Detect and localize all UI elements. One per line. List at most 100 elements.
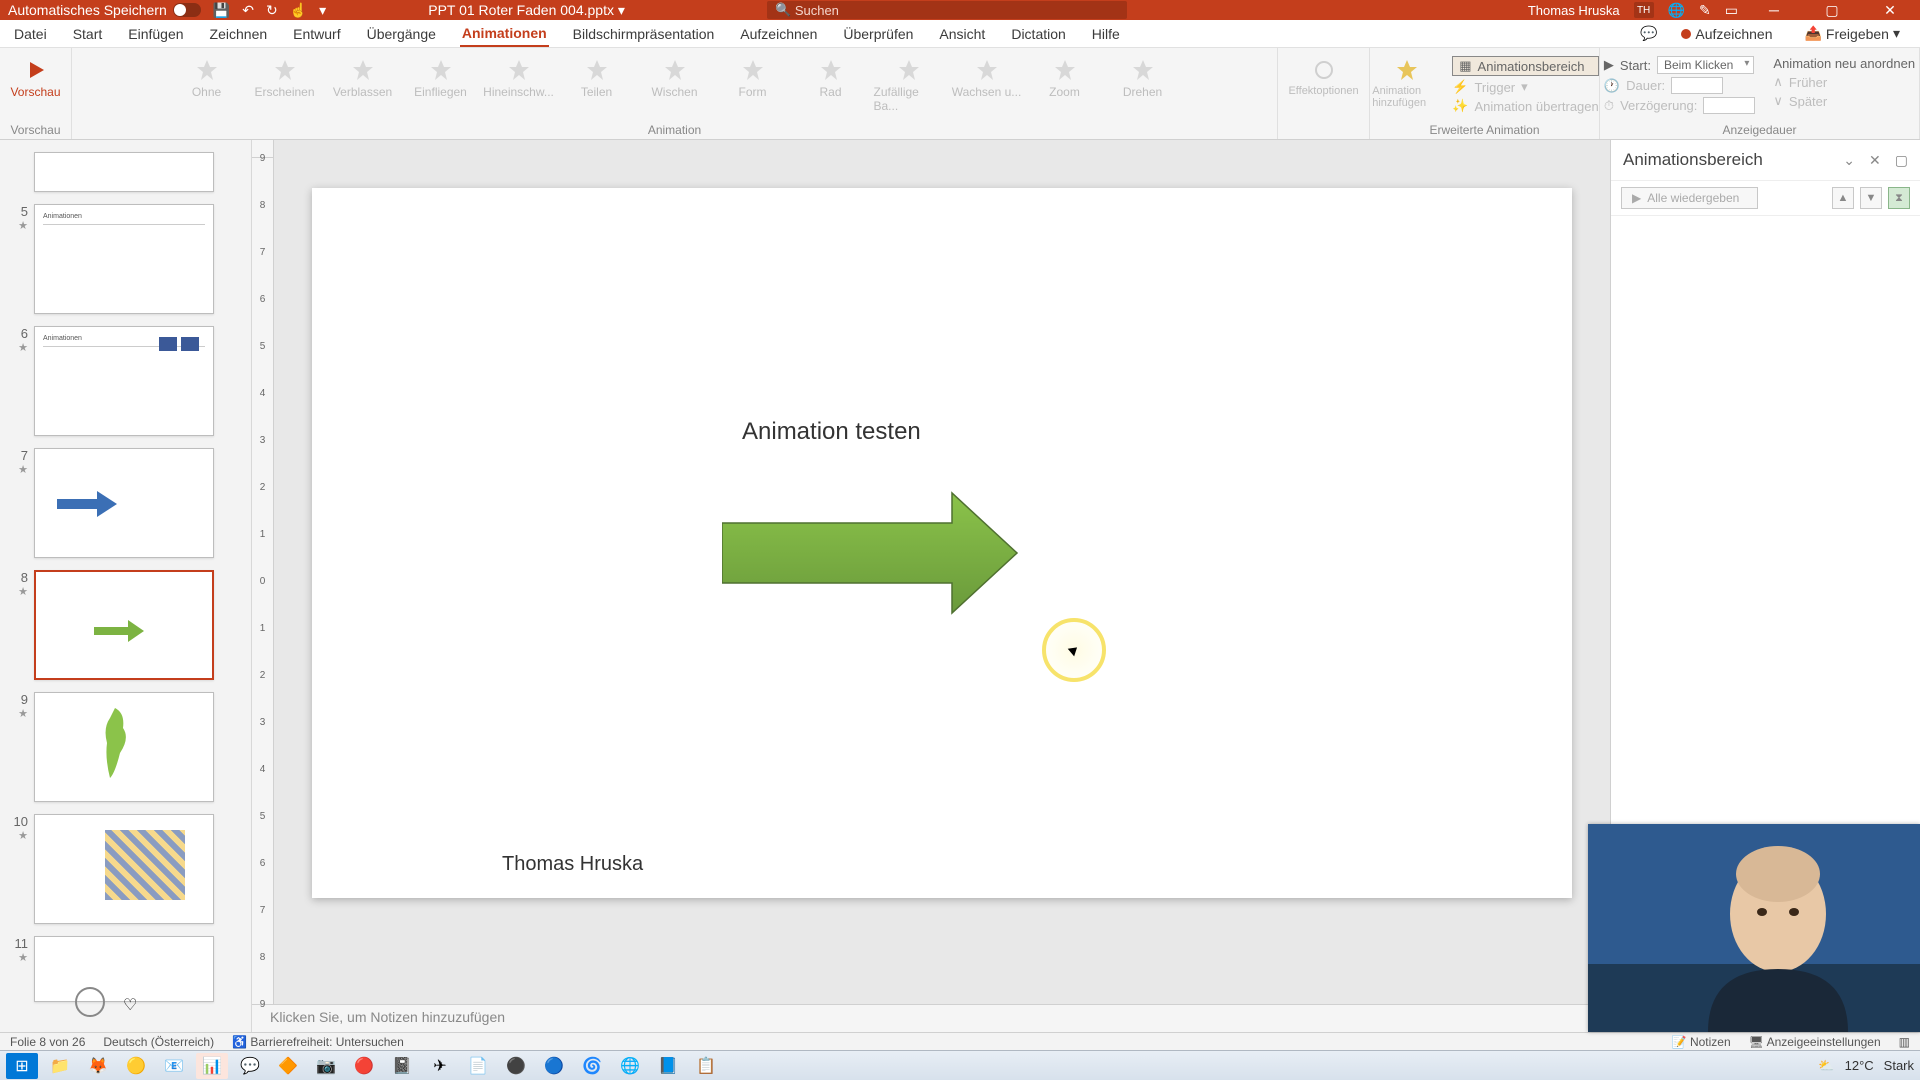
pen-icon[interactable]: ✎ [1699,2,1711,19]
app2-icon[interactable]: 📷 [310,1053,342,1079]
move-up-button[interactable]: ▲ [1832,187,1854,209]
duration-input[interactable] [1671,77,1723,94]
slide-editor[interactable]: Animation testen Thomas Hruska [274,158,1610,1004]
window-icon[interactable]: ▭ [1725,2,1738,19]
slide-thumb-5[interactable]: Animationen [34,204,214,314]
record-button[interactable]: Aufzeichnen [1673,24,1780,44]
move-earlier-button[interactable]: ∧ Früher [1773,74,1915,90]
move-down-button[interactable]: ▼ [1860,187,1882,209]
app7-icon[interactable]: 📘 [652,1053,684,1079]
slide-canvas[interactable]: Animation testen Thomas Hruska [312,188,1572,898]
tab-überprüfen[interactable]: Überprüfen [841,20,915,47]
touch-icon[interactable]: ☝ [290,2,307,19]
trigger-button[interactable]: ⚡ Trigger ▾ [1452,79,1599,95]
save-icon[interactable]: 💾 [213,2,230,19]
animation-painter-button[interactable]: ✨ Animation übertragen [1452,98,1599,114]
tab-übergänge[interactable]: Übergänge [365,20,438,47]
effect-einfliegen[interactable]: Einfliegen [404,52,478,113]
app3-icon[interactable]: 🔴 [348,1053,380,1079]
comments-icon[interactable]: 💬 [1640,25,1657,42]
display-settings-button[interactable]: 🖥 Anzeigeeinstellungen [1749,1035,1881,1049]
file-dropdown-icon[interactable]: ▾ [618,2,625,18]
effect-ohne[interactable]: Ohne [170,52,244,113]
notes-button[interactable]: 📝 Notizen [1672,1035,1731,1049]
toggle-off-icon[interactable] [173,3,201,17]
maximize-button[interactable]: ▢ [1810,0,1854,20]
file-name[interactable]: PPT 01 Roter Faden 004.pptx [428,2,614,18]
tab-einfügen[interactable]: Einfügen [126,20,185,47]
app6-icon[interactable]: 🌀 [576,1053,608,1079]
animation-pane-button[interactable]: ▦ Animationsbereich [1452,56,1599,76]
slide-thumb-7[interactable] [34,448,214,558]
slide-panel[interactable]: 5★Animationen6★Animationen7★8★9★10★11★♡ [0,140,252,1032]
slide-thumb-10[interactable] [34,814,214,924]
weather-temp[interactable]: 12°C [1845,1058,1874,1073]
search-input[interactable]: 🔍 Suchen [767,1,1127,19]
app-icon[interactable]: 💬 [234,1053,266,1079]
effect-form[interactable]: Form [716,52,790,113]
tab-ansicht[interactable]: Ansicht [937,20,987,47]
slide-title-text[interactable]: Animation testen [742,418,921,446]
powerpoint-icon[interactable]: 📊 [196,1053,228,1079]
minimize-button[interactable]: ─ [1752,0,1796,20]
vlc-icon[interactable]: 🔶 [272,1053,304,1079]
language-status[interactable]: Deutsch (Österreich) [103,1035,214,1049]
preview-button[interactable]: Vorschau [0,52,73,99]
tab-hilfe[interactable]: Hilfe [1090,20,1122,47]
effect-drehen[interactable]: Drehen [1106,52,1180,113]
effect-hineinschw-[interactable]: Hineinschw... [482,52,556,113]
tab-bildschirmpräsentation[interactable]: Bildschirmpräsentation [571,20,717,47]
slide-thumb-9[interactable] [34,692,214,802]
effect-verblassen[interactable]: Verblassen [326,52,400,113]
delay-input[interactable] [1703,97,1755,114]
edge-icon[interactable]: 🌐 [614,1053,646,1079]
outlook-icon[interactable]: 📧 [158,1053,190,1079]
tab-dictation[interactable]: Dictation [1009,20,1067,47]
view-normal-icon[interactable]: ▥ [1899,1035,1910,1049]
start-dropdown[interactable]: Beim Klicken [1657,56,1754,74]
effect-zoom[interactable]: Zoom [1028,52,1102,113]
onenote-icon[interactable]: 📓 [386,1053,418,1079]
undo-icon[interactable]: ↶ [242,2,254,19]
effect-erscheinen[interactable]: Erscheinen [248,52,322,113]
effect-teilen[interactable]: Teilen [560,52,634,113]
tab-animationen[interactable]: Animationen [460,20,549,47]
effect-wachsen-u-[interactable]: Wachsen u... [950,52,1024,113]
effect-options-button[interactable]: Effektoptionen [1287,52,1361,97]
redo-icon[interactable]: ↻ [266,2,278,19]
user-name[interactable]: Thomas Hruska [1528,3,1620,18]
dropdown-icon[interactable]: ▾ [319,2,326,19]
add-animation-button[interactable]: Animation hinzufügen [1370,52,1444,109]
slide-footer-text[interactable]: Thomas Hruska [502,853,643,876]
obs-icon[interactable]: ⚫ [500,1053,532,1079]
play-all-button[interactable]: ▶Alle wiedergeben [1621,187,1758,209]
tab-entwurf[interactable]: Entwurf [291,20,342,47]
share-button[interactable]: 📤Freigeben ▾ [1796,23,1908,44]
seconds-button[interactable]: ⧗ [1888,187,1910,209]
explorer-icon[interactable]: 📁 [44,1053,76,1079]
weather-icon[interactable]: ⛅ [1818,1058,1834,1074]
collapse-icon[interactable]: ⌄ [1843,152,1855,169]
start-button[interactable]: ⊞ [6,1053,38,1079]
globe-icon[interactable]: 🌐 [1668,2,1685,19]
popout-icon[interactable]: ▢ [1895,152,1908,169]
tab-zeichnen[interactable]: Zeichnen [208,20,270,47]
thumb-partial[interactable] [34,152,214,192]
move-later-button[interactable]: ∨ Später [1773,93,1915,109]
close-pane-icon[interactable]: ✕ [1869,152,1881,169]
tab-aufzeichnen[interactable]: Aufzeichnen [738,20,819,47]
effect-wischen[interactable]: Wischen [638,52,712,113]
effect-zuf-llige-ba-[interactable]: Zufällige Ba... [872,52,946,113]
app5-icon[interactable]: 🔵 [538,1053,570,1079]
arrow-shape[interactable] [722,488,1022,618]
slide-position[interactable]: Folie 8 von 26 [10,1035,85,1049]
accessibility-status[interactable]: ♿ Barrierefreiheit: Untersuchen [232,1035,404,1049]
slide-thumb-6[interactable]: Animationen [34,326,214,436]
weather-desc[interactable]: Stark [1884,1058,1914,1073]
user-avatar[interactable]: TH [1634,2,1654,18]
effect-rad[interactable]: Rad [794,52,868,113]
firefox-icon[interactable]: 🦊 [82,1053,114,1079]
tab-start[interactable]: Start [71,20,105,47]
app8-icon[interactable]: 📋 [690,1053,722,1079]
app4-icon[interactable]: 📄 [462,1053,494,1079]
